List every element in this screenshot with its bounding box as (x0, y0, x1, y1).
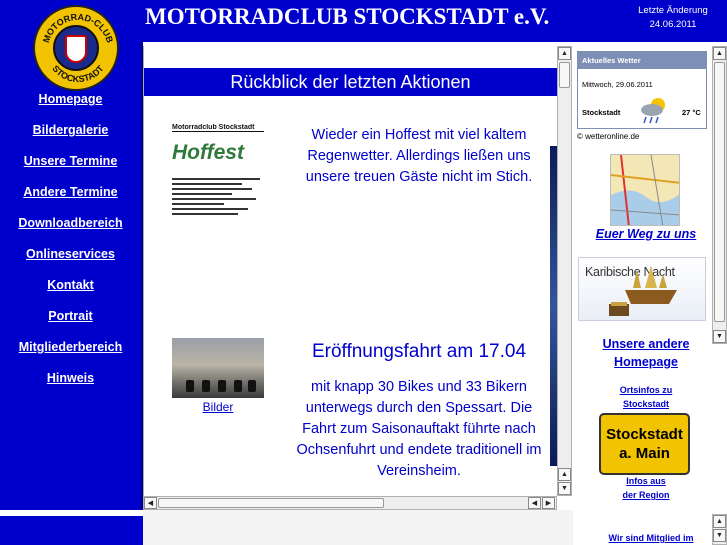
ortsinfos-line2: Stockstadt (622, 399, 669, 409)
nav-item-andere-termine[interactable]: Andere Termine (0, 185, 141, 216)
crest-icon (65, 35, 87, 63)
scroll-down-icon[interactable]: ▼ (558, 482, 571, 495)
sidebar: Homepage Bildergalerie Unsere Termine An… (0, 42, 143, 510)
other-homepage-link[interactable]: Unsere andere Homepage (573, 335, 719, 371)
sidebar-footer (0, 510, 143, 545)
ortsinfos-link[interactable]: Ortsinfos zu Stockstadt (573, 383, 719, 411)
right-column: Aktuelles Wetter Mittwoch, 29.06.2011 St… (573, 46, 727, 545)
last-change-date: 24.06.2011 (649, 19, 697, 30)
region-line2: der Region (622, 490, 670, 500)
hoffest-poster[interactable]: Motorradclub Stockstadt Hoffest (172, 124, 264, 252)
scroll-up-icon[interactable]: ▲ (713, 515, 726, 528)
badge-line2: a. Main (619, 445, 670, 462)
content-vscrollbar[interactable]: ▲ ▲ ▼ (557, 46, 572, 496)
region-info-link[interactable]: Infos aus der Region (573, 474, 719, 502)
directions-link[interactable]: Euer Weg zu uns (573, 227, 719, 241)
nav-item-portrait[interactable]: Portrait (0, 309, 141, 340)
karibik-banner[interactable]: Karibische Nacht (578, 257, 706, 321)
membership-link[interactable]: Wir sind Mitglied im (581, 533, 721, 543)
scroll-down-icon[interactable]: ▼ (713, 330, 726, 343)
weather-credit[interactable]: © wetteronline.de (577, 132, 639, 141)
pirate-ship-icon (609, 266, 677, 316)
content-frame: Rückblick der letzten Aktionen Motorradc… (143, 46, 571, 510)
news-2-text: mit knapp 30 Bikes und 33 Bikern unterwe… (296, 379, 542, 479)
weather-widget[interactable]: Aktuelles Wetter Mittwoch, 29.06.2011 St… (577, 51, 707, 129)
ride-photo[interactable] (172, 338, 264, 398)
poster-org: Motorradclub Stockstadt (172, 124, 264, 132)
directions-map[interactable] (610, 154, 680, 226)
last-change-label: Letzte Änderung (638, 5, 708, 16)
content-hscroll-thumb[interactable] (158, 498, 384, 508)
sidebar-vscrollbar[interactable]: ▲ ▼ (712, 46, 727, 344)
other-homepage-line1: Unsere andere (602, 337, 690, 351)
decorative-edge (550, 146, 557, 466)
logo-emblem (53, 25, 99, 71)
scroll-up-icon[interactable]: ▲ (713, 47, 726, 60)
map-graphic (611, 155, 679, 225)
nav-item-hinweis[interactable]: Hinweis (0, 371, 141, 402)
stockstadt-badge[interactable]: Stockstadt a. Main (599, 413, 690, 475)
news-2-title: Eröffnungsfahrt am 17.04 (311, 341, 527, 362)
last-change-info: Letzte Änderung 24.06.2011 (619, 0, 727, 42)
weather-city: Stockstadt (582, 108, 621, 117)
scroll-left-icon[interactable]: ◀ (144, 497, 157, 509)
nav-item-onlineservices[interactable]: Onlineservices (0, 247, 141, 278)
content-vscroll-thumb[interactable] (559, 62, 570, 88)
sidebar-vscroll-thumb[interactable] (714, 62, 725, 322)
weather-header: Aktuelles Wetter (578, 52, 706, 69)
weather-temperature: 27 °C (682, 108, 701, 117)
badge-line1: Stockstadt (606, 426, 683, 443)
gallery-link[interactable]: Bilder (172, 400, 264, 414)
club-logo: MOTORRAD-CLUB STOCKSTADT (33, 5, 119, 91)
rain-sun-icon (641, 98, 665, 124)
poster-title: Hoffest (172, 141, 244, 164)
section-banner: Rückblick der letzten Aktionen (144, 68, 557, 96)
news-1-text: Wieder ein Hoffest mit viel kaltem Regen… (305, 127, 533, 185)
other-homepage-line2: Homepage (614, 355, 678, 369)
nav-item-unsere-termine[interactable]: Unsere Termine (0, 154, 141, 185)
poster-body (172, 178, 264, 215)
ortsinfos-line1: Ortsinfos zu (619, 385, 673, 395)
nav-item-kontakt[interactable]: Kontakt (0, 278, 141, 309)
nav-item-downloadbereich[interactable]: Downloadbereich (0, 216, 141, 247)
site-title: MOTORRADCLUB STOCKSTADT e.V. (145, 4, 550, 29)
nav-item-homepage[interactable]: Homepage (0, 92, 141, 123)
content-footer (143, 510, 573, 545)
scroll-up-icon[interactable]: ▲ (558, 47, 571, 60)
scroll-down-icon[interactable]: ▼ (713, 529, 726, 542)
scroll-up-icon[interactable]: ▲ (558, 468, 571, 481)
scroll-left-icon[interactable]: ◀ (528, 497, 541, 509)
region-line1: Infos aus (626, 476, 666, 486)
nav-item-bildergalerie[interactable]: Bildergalerie (0, 123, 141, 154)
scroll-right-icon[interactable]: ▶ (542, 497, 555, 509)
bottom-vscrollbar[interactable]: ▲ ▼ (712, 514, 727, 545)
weather-date: Mittwoch, 29.06.2011 (582, 80, 653, 89)
nav-item-mitgliederbereich[interactable]: Mitgliederbereich (0, 340, 141, 371)
main-nav: Homepage Bildergalerie Unsere Termine An… (0, 92, 141, 402)
content-hscrollbar[interactable]: ◀ ◀ ▶ (143, 496, 557, 510)
